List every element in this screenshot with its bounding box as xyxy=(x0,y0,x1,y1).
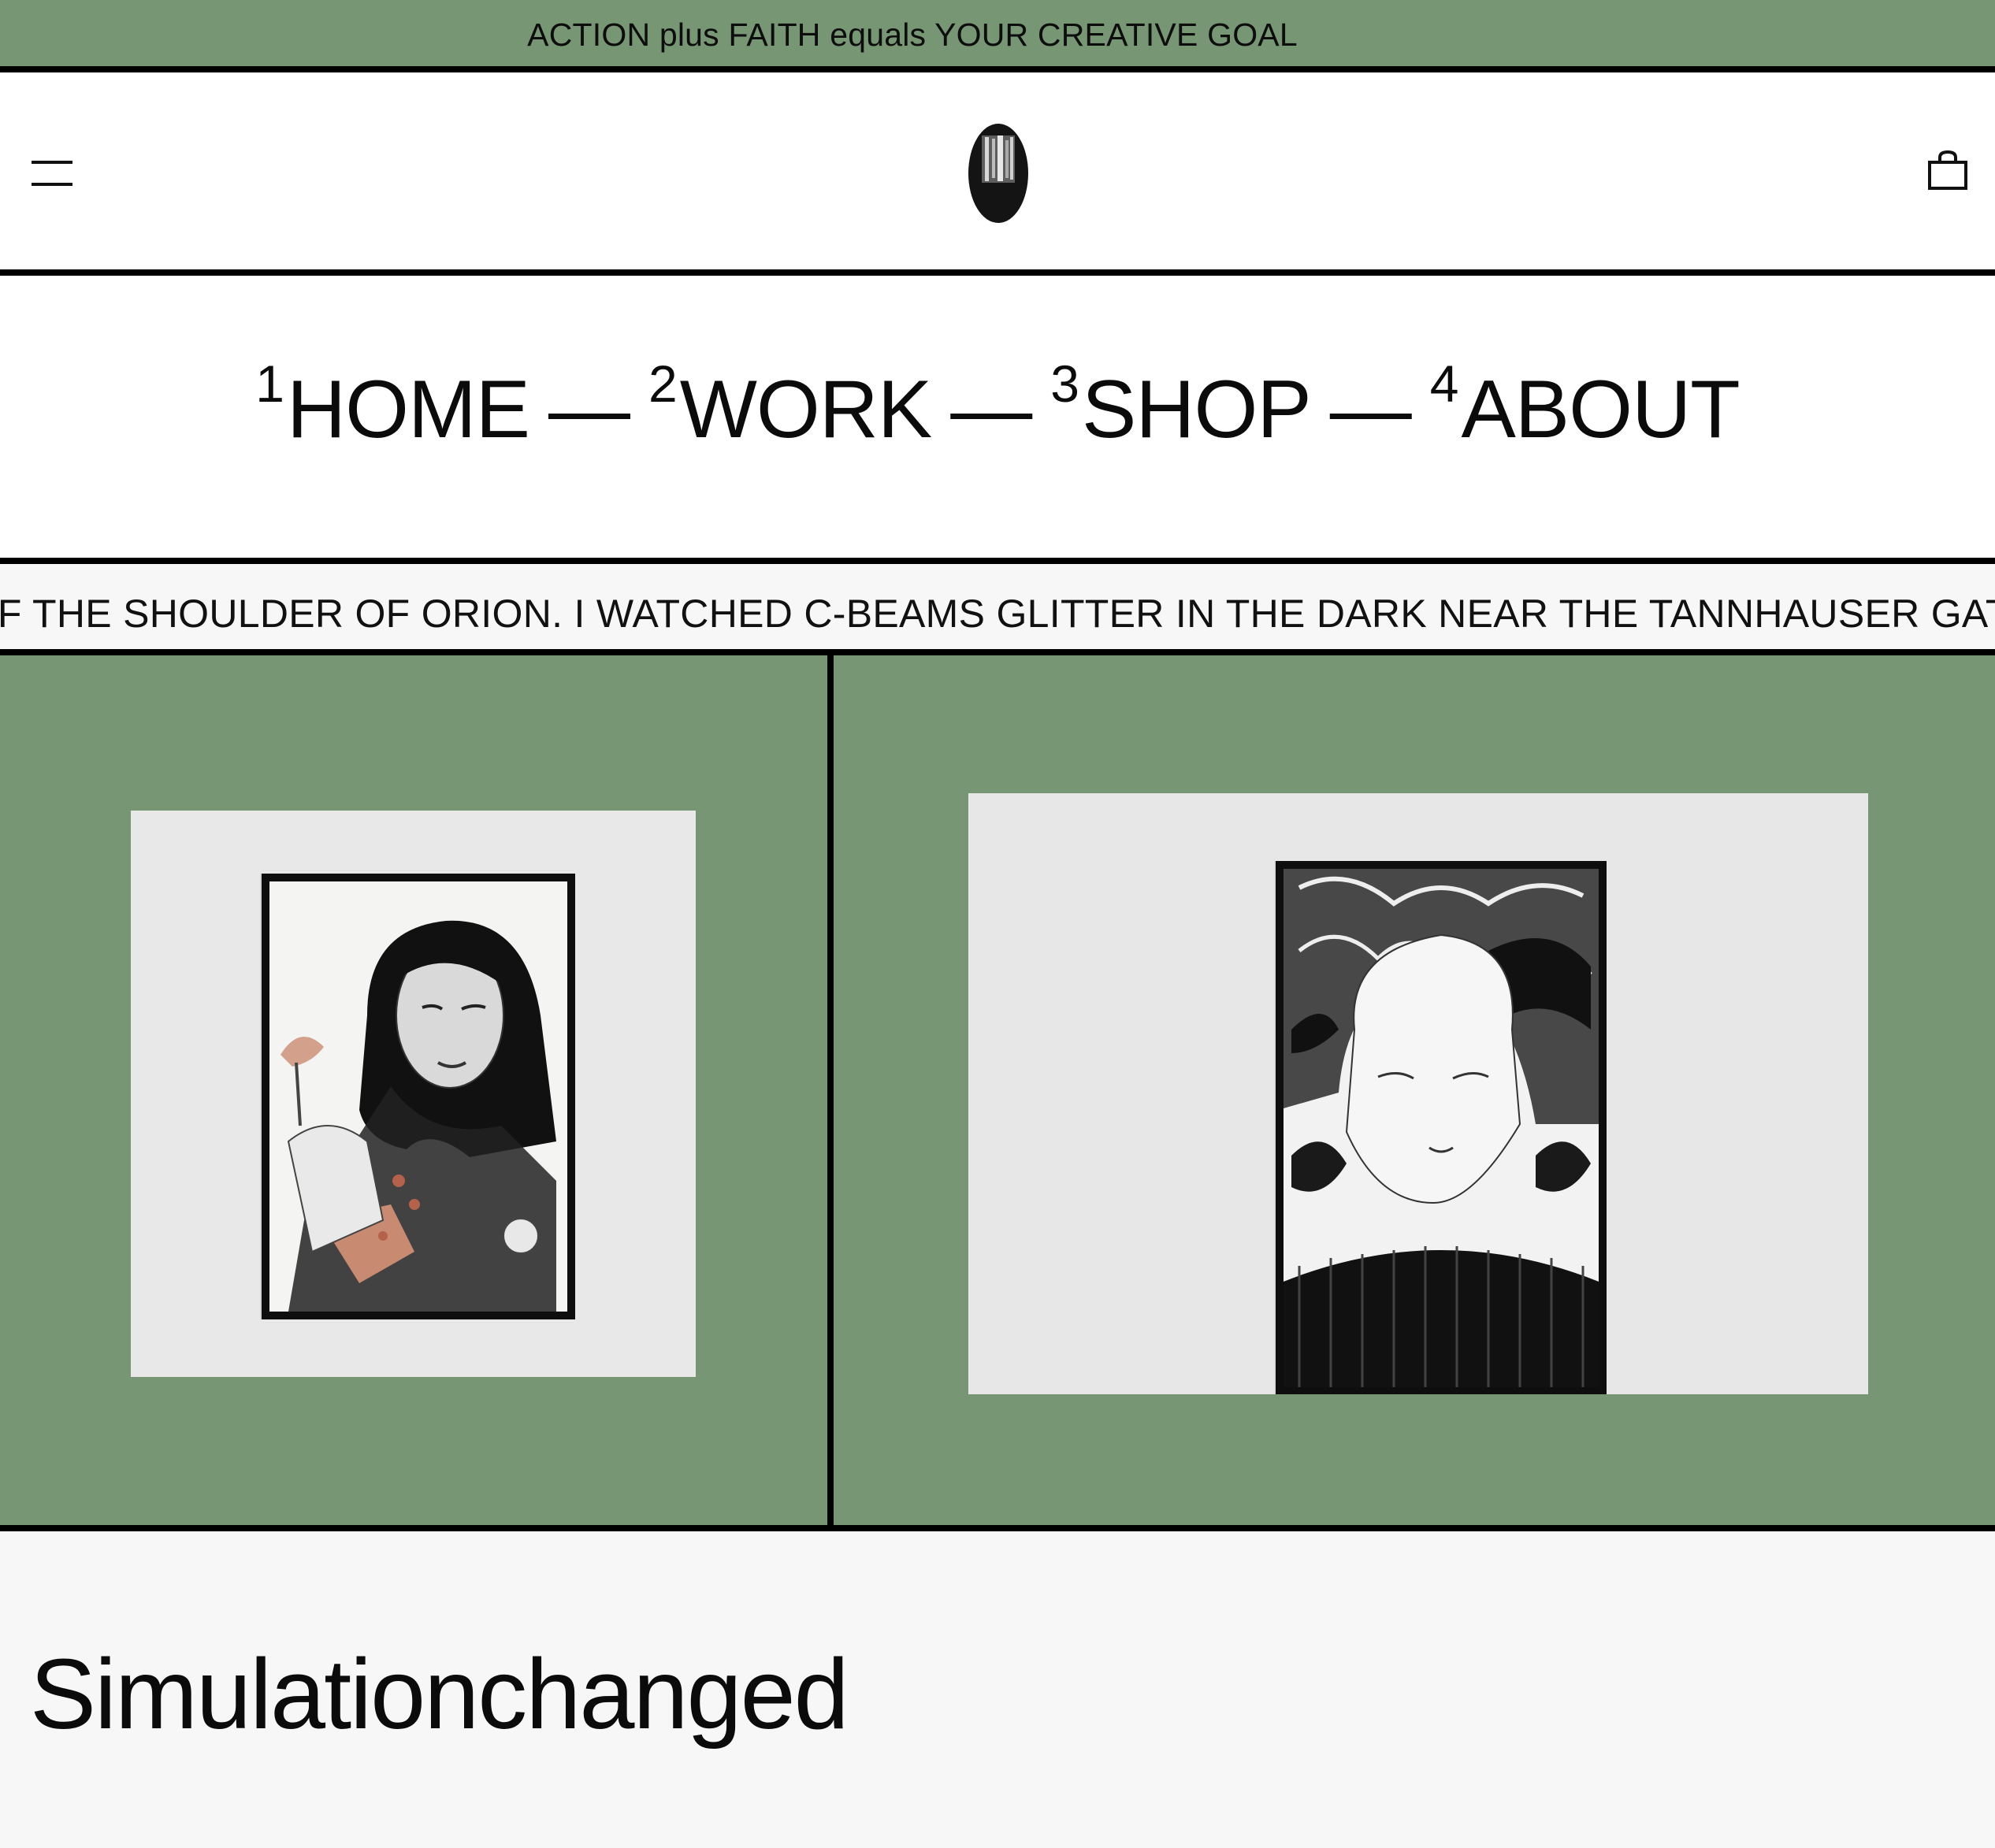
nav-separator: — xyxy=(548,364,630,455)
product-gallery xyxy=(0,655,1995,1531)
ticker-text: FF THE SHOULDER OF ORION. I WATCHED C-BE… xyxy=(0,592,1995,636)
product-title: Simulationchanged xyxy=(30,1638,849,1750)
product-title-section: Simulationchanged xyxy=(0,1531,1995,1848)
gallery-divider xyxy=(827,655,834,1525)
gallery-image-1[interactable] xyxy=(131,811,696,1377)
announcement-text: ACTION plus FAITH equals YOUR CREATIVE G… xyxy=(527,17,1298,53)
nav-separator: — xyxy=(1329,364,1412,455)
nav-label: HOME xyxy=(287,364,530,455)
nav-item-home[interactable]: 1HOME xyxy=(255,358,530,451)
nav-number: 4 xyxy=(1429,354,1459,413)
nav-label: ABOUT xyxy=(1461,364,1740,455)
nav-label: WORK xyxy=(679,364,933,455)
main-navigation: 1HOME —2WORK —3SHOP —4ABOUT xyxy=(0,276,1995,564)
nav-item-work[interactable]: 2WORK xyxy=(648,358,932,451)
nav-label: SHOP xyxy=(1081,364,1312,455)
site-header xyxy=(0,72,1995,276)
nav-item-about[interactable]: 4ABOUT xyxy=(1430,358,1741,451)
nav-number: 2 xyxy=(648,354,678,413)
announcement-bar: ACTION plus FAITH equals YOUR CREATIVE G… xyxy=(0,0,1995,72)
nav-number: 1 xyxy=(255,354,284,413)
shopping-bag-icon[interactable] xyxy=(1927,150,1968,191)
oval-logo-icon[interactable] xyxy=(968,123,1029,224)
gallery-image-2[interactable] xyxy=(968,793,1868,1394)
nav-number: 3 xyxy=(1050,354,1079,413)
nav-separator: — xyxy=(950,364,1032,455)
scrolling-ticker: FF THE SHOULDER OF ORION. I WATCHED C-BE… xyxy=(0,564,1995,655)
nav-item-shop[interactable]: 3SHOP xyxy=(1050,358,1311,451)
hamburger-menu-icon[interactable] xyxy=(32,161,72,189)
